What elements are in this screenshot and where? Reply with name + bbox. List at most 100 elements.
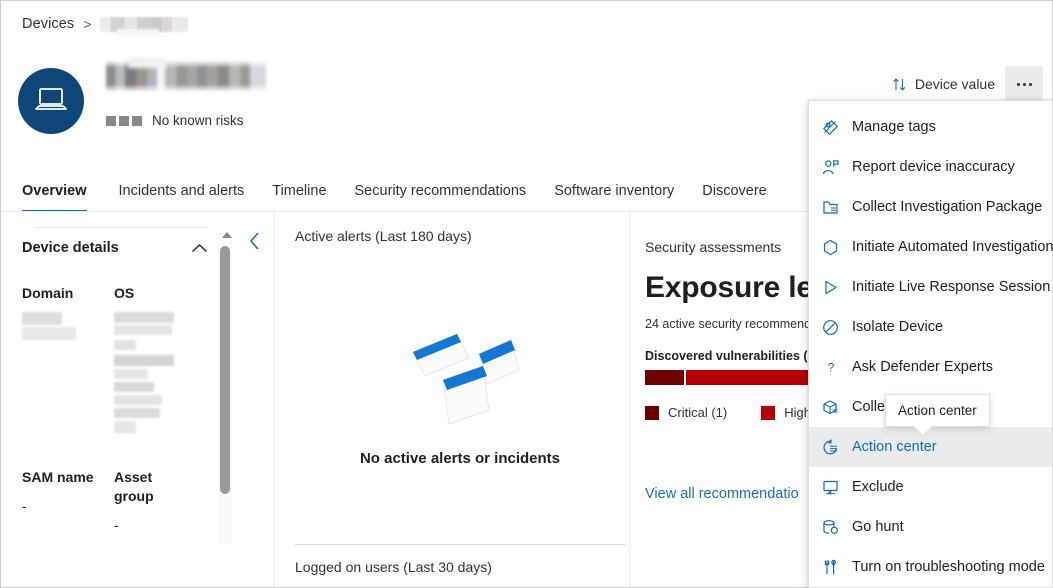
active-alerts-empty-state: No active alerts or incidents	[295, 310, 625, 467]
tab-label: Security recommendations	[355, 183, 527, 199]
alert-cards-illustration	[395, 310, 525, 428]
tab-discovered[interactable]: Discovere	[688, 170, 780, 212]
tab-timeline[interactable]: Timeline	[258, 170, 340, 212]
device-name-redaction-smudge	[128, 58, 166, 68]
scrollbar-up-arrow-icon[interactable]	[222, 232, 232, 238]
tab-bar: Overview Incidents and alerts Timeline S…	[22, 168, 781, 212]
detail-field-sam-name: SAM name -	[22, 468, 94, 533]
menu-item-label: Turn on troubleshooting mode	[852, 560, 1045, 575]
tab-label: Overview	[22, 183, 87, 199]
history-list-icon	[821, 438, 839, 456]
detail-label: Asset group	[114, 468, 186, 506]
tab-software-inventory[interactable]: Software inventory	[540, 170, 688, 212]
menu-item-turn-on-troubleshooting-mode[interactable]: Turn on troubleshooting mode	[809, 547, 1052, 587]
menu-item-label: Exclude	[852, 480, 904, 495]
menu-item-initiate-live-response-session[interactable]: Initiate Live Response Session	[809, 267, 1052, 307]
detail-field-domain: Domain	[22, 284, 94, 433]
menu-item-label: Manage tags	[852, 120, 936, 135]
breadcrumb-redaction-smudge	[117, 29, 159, 36]
tab-incidents-and-alerts[interactable]: Incidents and alerts	[105, 170, 259, 212]
device-avatar	[18, 68, 84, 134]
active-alerts-card: Active alerts (Last 180 days) No active …	[295, 228, 625, 467]
bar-segment-critical	[645, 370, 684, 385]
tab-security-recommendations[interactable]: Security recommendations	[341, 170, 541, 212]
detail-field-os: OS	[114, 284, 186, 433]
monitor-exclude-icon	[821, 478, 839, 496]
chevron-left-icon	[248, 231, 262, 251]
chevron-up-icon[interactable]	[191, 243, 208, 254]
menu-item-label: Isolate Device	[852, 320, 943, 335]
person-report-icon	[821, 158, 839, 176]
tag-icon	[821, 118, 839, 136]
menu-item-exclude[interactable]: Exclude	[809, 467, 1052, 507]
tab-label: Software inventory	[554, 183, 674, 199]
question-mark-icon: ?	[821, 358, 839, 376]
detail-label: SAM name	[22, 468, 94, 487]
device-overview-page: Devices > No known risks Device value	[0, 0, 1053, 588]
active-alerts-title: Active alerts (Last 180 days)	[295, 228, 625, 244]
breadcrumb-devices-link[interactable]: Devices	[22, 16, 74, 32]
view-all-recommendations-link[interactable]: View all recommendatio	[645, 486, 799, 502]
sort-arrows-icon	[892, 77, 907, 92]
tooltip-text: Action center	[898, 403, 977, 418]
action-center-tooltip: Action center	[885, 394, 990, 427]
detail-value: -	[114, 517, 186, 533]
legend-item-critical: Critical (1)	[645, 405, 727, 420]
device-details-title: Device details	[22, 240, 119, 256]
laptop-icon	[34, 86, 68, 116]
breadcrumb: Devices >	[22, 13, 188, 35]
menu-item-ask-defender-experts[interactable]: ? Ask Defender Experts	[809, 347, 1052, 387]
package-icon	[821, 398, 839, 416]
more-actions-menu: Manage tags Report device inaccuracy Col…	[808, 100, 1053, 588]
menu-item-isolate-device[interactable]: Isolate Device	[809, 307, 1052, 347]
block-circle-icon	[821, 318, 839, 336]
risk-level-bars-icon	[106, 116, 142, 126]
menu-item-report-device-inaccuracy[interactable]: Report device inaccuracy	[809, 147, 1052, 187]
tools-icon	[821, 558, 839, 576]
risk-level-label: No known risks	[152, 113, 244, 128]
ellipsis-icon	[1017, 83, 1020, 86]
tab-label: Timeline	[272, 183, 326, 199]
device-details-panel: Device details Domain OS	[22, 228, 208, 533]
menu-item-label: Ask Defender Experts	[852, 360, 993, 375]
play-triangle-icon	[821, 278, 839, 296]
collapse-panel-button[interactable]	[242, 228, 268, 254]
menu-item-label: Initiate Automated Investigation	[852, 240, 1053, 255]
detail-label: OS	[114, 284, 186, 303]
legend-label: Critical (1)	[668, 405, 727, 420]
device-value-label: Device value	[915, 76, 995, 92]
logged-on-users-divider	[295, 544, 625, 545]
detail-value-redacted	[114, 312, 186, 433]
device-value-button[interactable]: Device value	[882, 66, 1005, 102]
tab-label: Incidents and alerts	[119, 183, 245, 199]
hexagon-icon	[821, 238, 839, 256]
tab-label: Discovere	[702, 183, 766, 199]
breadcrumb-separator-icon: >	[83, 16, 91, 32]
detail-field-asset-group: Asset group -	[114, 468, 186, 533]
menu-item-initiate-automated-investigation[interactable]: Initiate Automated Investigation	[809, 227, 1052, 267]
column-divider-right	[629, 212, 630, 588]
device-details-row-2: SAM name - Asset group -	[22, 468, 208, 533]
menu-item-label: Go hunt	[852, 520, 904, 535]
menu-item-label: Initiate Live Response Session	[852, 280, 1050, 295]
detail-label: Domain	[22, 284, 94, 303]
database-search-icon	[821, 518, 839, 536]
tab-overview[interactable]: Overview	[22, 170, 105, 212]
detail-value: -	[22, 498, 94, 514]
menu-item-manage-tags[interactable]: Manage tags	[809, 107, 1052, 147]
collect-package-icon	[821, 198, 839, 216]
svg-text:?: ?	[827, 360, 834, 374]
legend-swatch	[645, 406, 659, 420]
menu-item-label: Action center	[852, 440, 937, 455]
logged-on-users-title: Logged on users (Last 30 days)	[295, 559, 492, 575]
command-bar: Device value	[882, 66, 1043, 102]
menu-item-go-hunt[interactable]: Go hunt	[809, 507, 1052, 547]
active-alerts-empty-text: No active alerts or incidents	[360, 450, 560, 467]
legend-swatch	[761, 406, 775, 420]
scrollbar-thumb[interactable]	[220, 246, 230, 494]
menu-item-collect-investigation-package[interactable]: Collect Investigation Package	[809, 187, 1052, 227]
device-risk-level: No known risks	[106, 113, 244, 128]
column-divider-left	[274, 212, 275, 588]
more-actions-button[interactable]	[1005, 66, 1043, 102]
device-details-header: Device details	[22, 228, 208, 256]
